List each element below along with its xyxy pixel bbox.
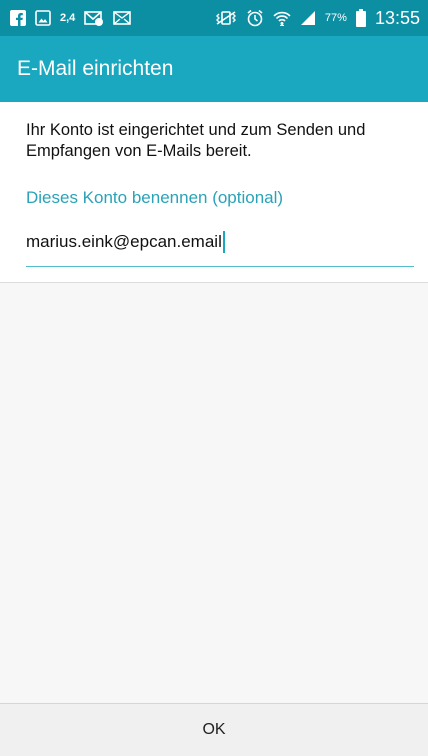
facebook-icon (10, 10, 26, 26)
mail-icon (113, 11, 132, 25)
wifi-icon (273, 9, 291, 27)
page-title: E-Mail einrichten (17, 57, 174, 80)
status-bar: 2,4 77% 13:55 (0, 0, 428, 36)
notification-count: 2,4 (60, 12, 76, 24)
account-name-input[interactable] (26, 226, 414, 258)
battery-percentage: 77% (324, 12, 347, 24)
battery-icon (355, 9, 366, 27)
signal-icon (300, 10, 316, 26)
bottom-bar: OK (0, 703, 428, 756)
vibrate-icon (215, 10, 237, 26)
account-name-label: Dieses Konto benennen (optional) (26, 188, 284, 207)
alarm-icon (246, 9, 264, 27)
ok-button[interactable]: OK (0, 704, 428, 756)
app-bar: E-Mail einrichten (0, 36, 428, 102)
account-name-field-container (26, 226, 414, 267)
text-cursor (222, 231, 225, 253)
status-bar-notifications: 2,4 (10, 10, 132, 26)
wifi-calling-icon (84, 10, 104, 26)
clock: 13:55 (374, 7, 420, 28)
setup-message: Ihr Konto ist eingerichtet und zum Sende… (26, 121, 366, 160)
status-bar-system: 77% 13:55 (215, 8, 420, 29)
setup-complete-panel: Ihr Konto ist eingerichtet und zum Sende… (0, 102, 428, 283)
gallery-icon (35, 10, 51, 26)
